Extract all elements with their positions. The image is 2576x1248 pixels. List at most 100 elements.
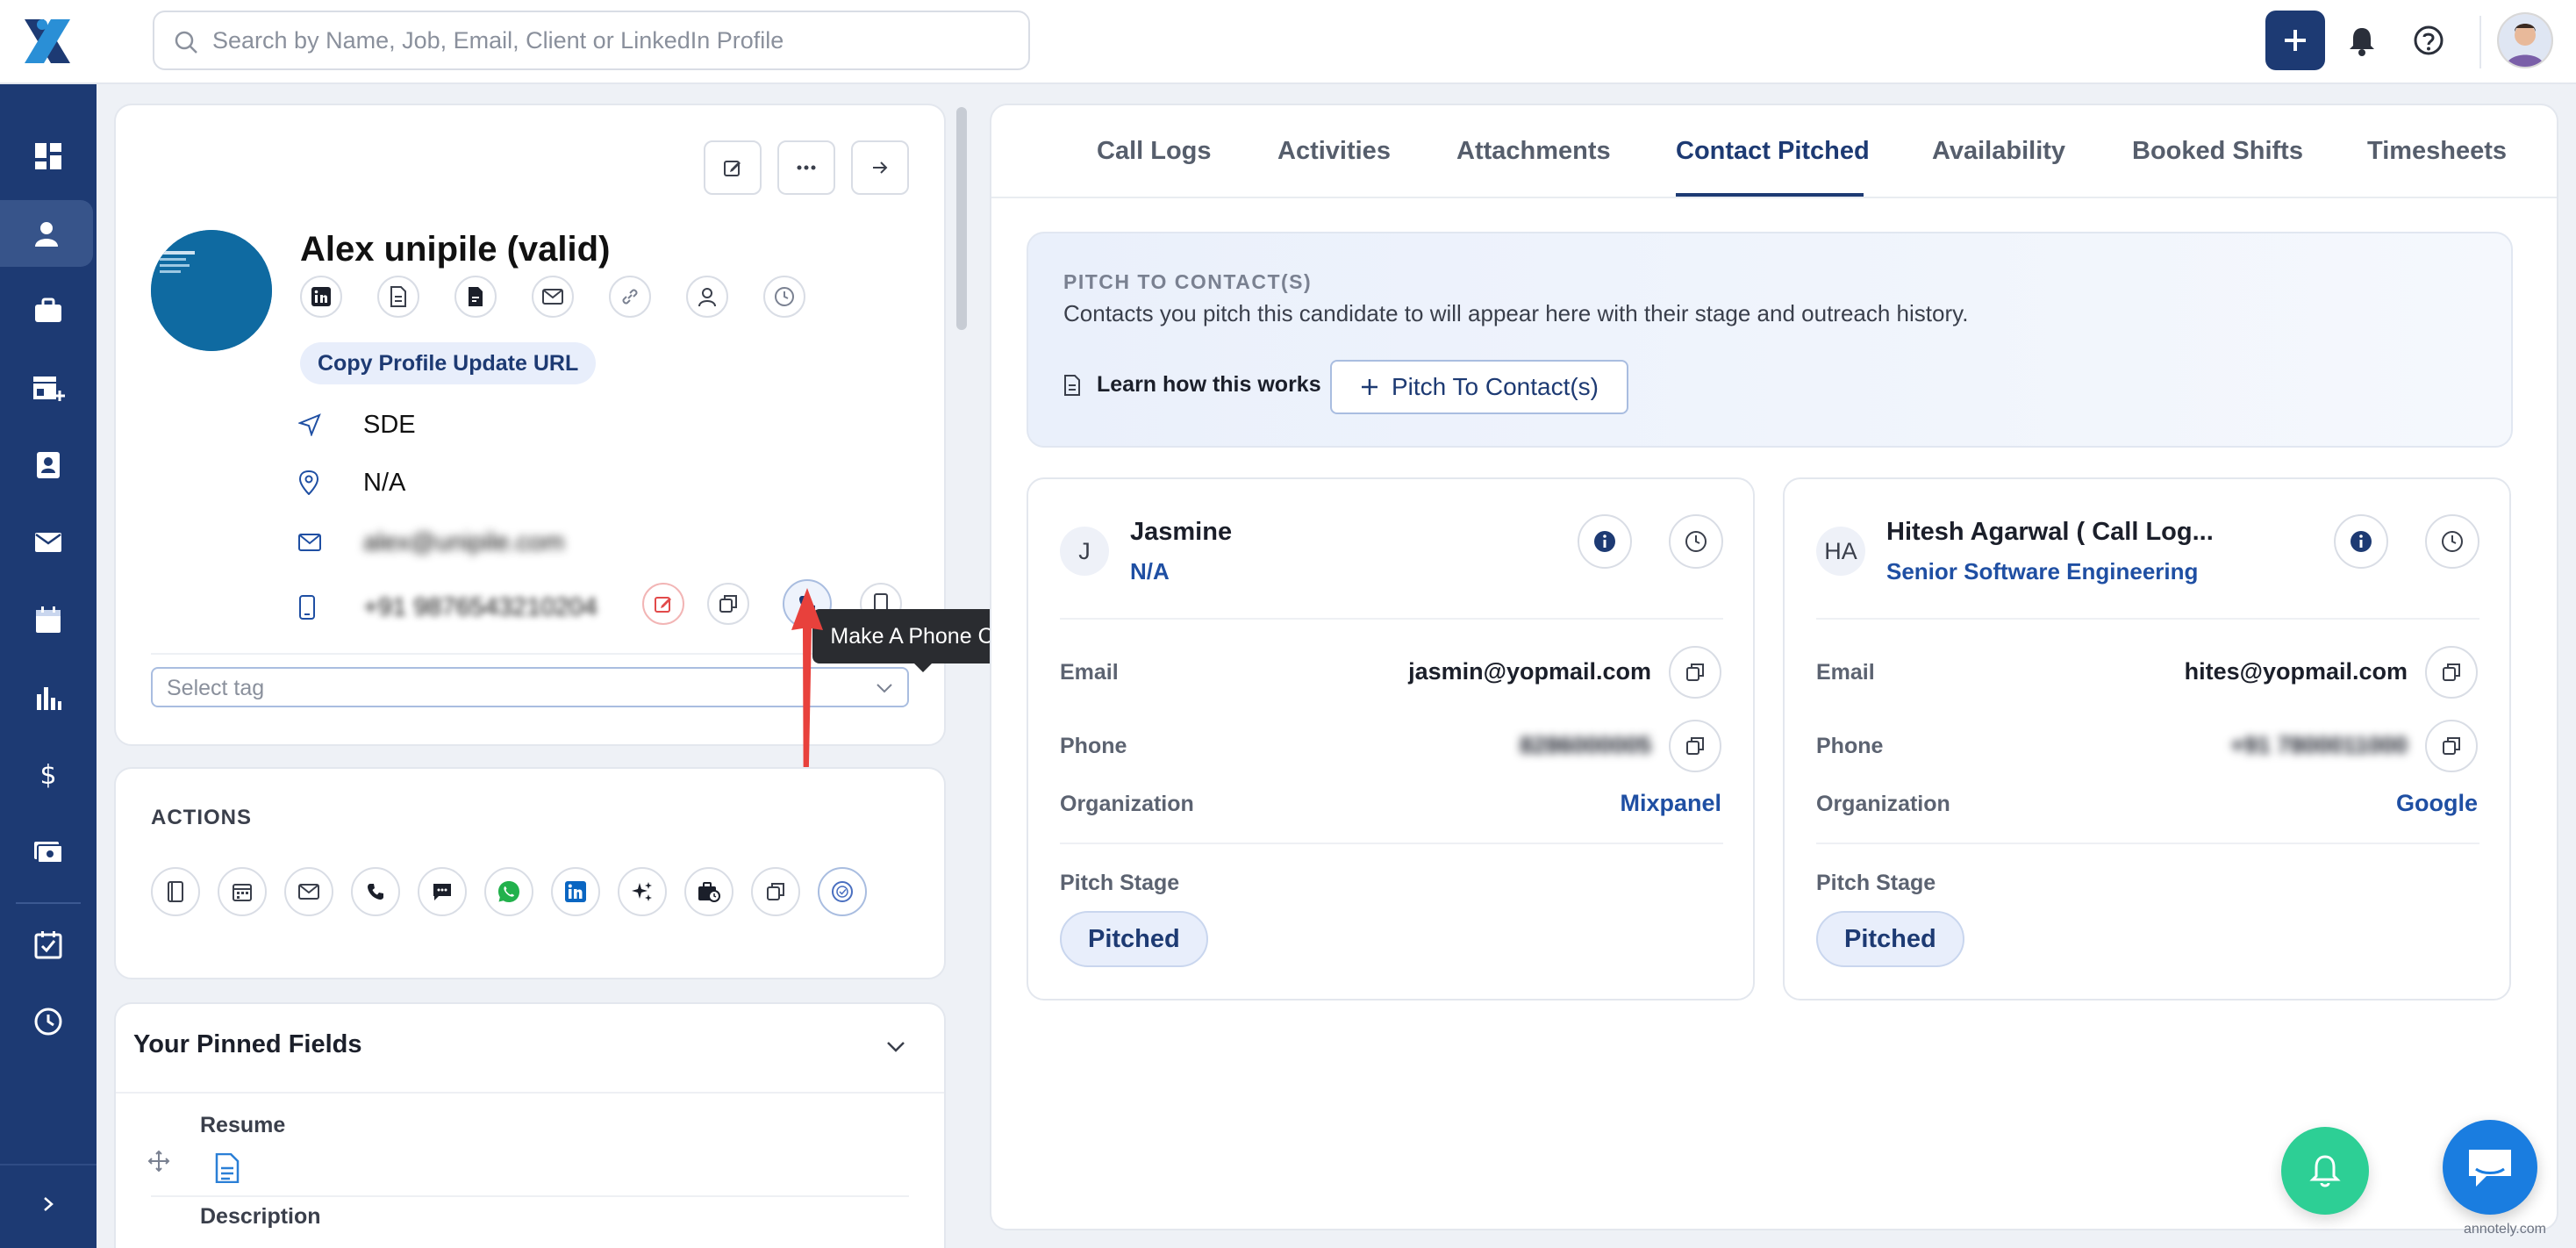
- contact-name[interactable]: Jasmine: [1130, 518, 1232, 547]
- tab-bar: Call Logs Activities Attachments Contact…: [991, 105, 2557, 198]
- pitch-button-label: Pitch To Contact(s): [1391, 373, 1599, 400]
- chat-support-button[interactable]: [2443, 1120, 2537, 1215]
- contact-title: N/A: [1130, 558, 1170, 585]
- reminders-fab-button[interactable]: [2281, 1127, 2369, 1215]
- email-button[interactable]: [532, 276, 574, 318]
- mobile-phone-icon: [298, 595, 333, 620]
- sidebar-expand-button[interactable]: [0, 1164, 97, 1243]
- sidebar-item-payroll[interactable]: [0, 818, 97, 885]
- store-add-icon: [33, 377, 65, 401]
- plus-icon: [1360, 377, 1379, 397]
- sidebar-item-clients[interactable]: [0, 355, 97, 421]
- job-title: SDE: [363, 410, 416, 439]
- chevron-right-icon: [44, 1197, 54, 1211]
- action-schedule-button[interactable]: [218, 867, 267, 916]
- contact-history-button[interactable]: [1669, 514, 1723, 569]
- user-avatar[interactable]: [2497, 12, 2553, 68]
- left-column-scrollbar[interactable]: [956, 107, 967, 330]
- linkedin-link-button[interactable]: [300, 276, 342, 318]
- sidebar-item-candidates[interactable]: [0, 200, 93, 267]
- copy-profile-url-button[interactable]: Copy Profile Update URL: [300, 342, 597, 384]
- contact-info-button[interactable]: [2334, 514, 2388, 569]
- action-notebook-button[interactable]: [151, 867, 200, 916]
- tab-call-logs[interactable]: Call Logs: [1097, 137, 1212, 166]
- edit-profile-button[interactable]: [704, 140, 762, 195]
- action-sms-button[interactable]: [418, 867, 467, 916]
- contact-name[interactable]: Hitesh Agarwal ( Call Log...: [1886, 518, 2214, 547]
- resume-button[interactable]: [377, 276, 419, 318]
- pitch-stage-badge[interactable]: Pitched: [1816, 911, 1964, 967]
- copy-phone-button[interactable]: [707, 583, 749, 625]
- phone-number: +91 9876543210204: [363, 592, 597, 621]
- pinned-fields-title: Your Pinned Fields: [133, 1030, 362, 1058]
- contact-email: jasmin@yopmail.com: [1408, 658, 1651, 685]
- tab-contact-pitched[interactable]: Contact Pitched: [1676, 137, 1870, 166]
- copy-phone-button[interactable]: [1669, 720, 1721, 772]
- history-button[interactable]: [763, 276, 805, 318]
- sidebar-item-reports[interactable]: [0, 663, 97, 730]
- action-call-button[interactable]: [351, 867, 400, 916]
- tab-attachments[interactable]: Attachments: [1456, 137, 1611, 166]
- more-options-button[interactable]: [777, 140, 835, 195]
- action-whatsapp-button[interactable]: [484, 867, 533, 916]
- sidebar-item-mail[interactable]: [0, 509, 97, 576]
- tab-booked-shifts[interactable]: Booked Shifts: [2132, 137, 2303, 166]
- action-linkedin-button[interactable]: [551, 867, 600, 916]
- owner-button[interactable]: [686, 276, 728, 318]
- notebook-icon: [168, 881, 183, 902]
- contact-history-button[interactable]: [2425, 514, 2479, 569]
- money-icon: [34, 842, 63, 864]
- dollar-icon: $: [39, 760, 56, 789]
- clock-icon: [2442, 531, 2463, 552]
- drag-handle-icon[interactable]: [147, 1150, 170, 1173]
- resume-file-icon[interactable]: [214, 1153, 240, 1183]
- actions-title: ACTIONS: [151, 806, 252, 829]
- contact-info-button[interactable]: [1578, 514, 1632, 569]
- sidebar-item-billing[interactable]: $: [0, 741, 97, 807]
- learn-how-link[interactable]: Learn how this works: [1063, 372, 1321, 398]
- notifications-bell-icon[interactable]: [2344, 23, 2379, 58]
- chevron-down-icon[interactable]: [884, 1036, 907, 1058]
- link-icon: [622, 289, 638, 305]
- action-job-pipeline-button[interactable]: [684, 867, 733, 916]
- actions-card: ACTIONS: [114, 767, 946, 979]
- copy-phone-button[interactable]: [2425, 720, 2478, 772]
- sidebar-item-history[interactable]: [0, 988, 97, 1055]
- profile-photo: [151, 230, 272, 351]
- clock-icon: [1685, 531, 1707, 552]
- action-email-button[interactable]: [284, 867, 333, 916]
- tab-activities[interactable]: Activities: [1277, 137, 1391, 166]
- contact-organization[interactable]: Google: [2396, 790, 2478, 817]
- add-new-button[interactable]: [2265, 11, 2325, 70]
- tab-timesheets[interactable]: Timesheets: [2367, 137, 2507, 166]
- pitch-to-contacts-button[interactable]: Pitch To Contact(s): [1330, 360, 1628, 414]
- global-search[interactable]: [153, 11, 1030, 70]
- arrow-right-icon: [873, 161, 888, 174]
- help-icon[interactable]: [2411, 23, 2446, 58]
- action-target-button[interactable]: [818, 867, 867, 916]
- copy-email-button[interactable]: [2425, 646, 2478, 699]
- sidebar-item-jobs[interactable]: [0, 277, 97, 344]
- sidebar-item-contacts[interactable]: [0, 432, 97, 498]
- copy-email-button[interactable]: [1669, 646, 1721, 699]
- pitch-stage-badge[interactable]: Pitched: [1060, 911, 1208, 967]
- sidebar-item-dashboard[interactable]: [0, 123, 97, 190]
- sidebar-item-tasks[interactable]: [0, 911, 97, 978]
- organization-label: Organization: [1060, 792, 1194, 816]
- tab-availability[interactable]: Availability: [1932, 137, 2065, 166]
- contact-organization[interactable]: Mixpanel: [1620, 790, 1721, 817]
- open-profile-button[interactable]: [851, 140, 909, 195]
- notes-button[interactable]: [454, 276, 497, 318]
- info-icon: [1594, 531, 1615, 552]
- search-input[interactable]: [212, 21, 1002, 60]
- pitch-stage-label: Pitch Stage: [1060, 871, 1180, 895]
- sidebar-item-calendar[interactable]: [0, 586, 97, 653]
- link-button[interactable]: [609, 276, 651, 318]
- action-ai-button[interactable]: [618, 867, 667, 916]
- edit-phone-button[interactable]: [642, 583, 684, 625]
- job-row: SDE: [298, 407, 416, 442]
- action-duplicate-button[interactable]: [751, 867, 800, 916]
- app-logo[interactable]: [16, 12, 79, 70]
- phone-label: Phone: [1060, 734, 1127, 758]
- contact-divider: [1060, 843, 1723, 844]
